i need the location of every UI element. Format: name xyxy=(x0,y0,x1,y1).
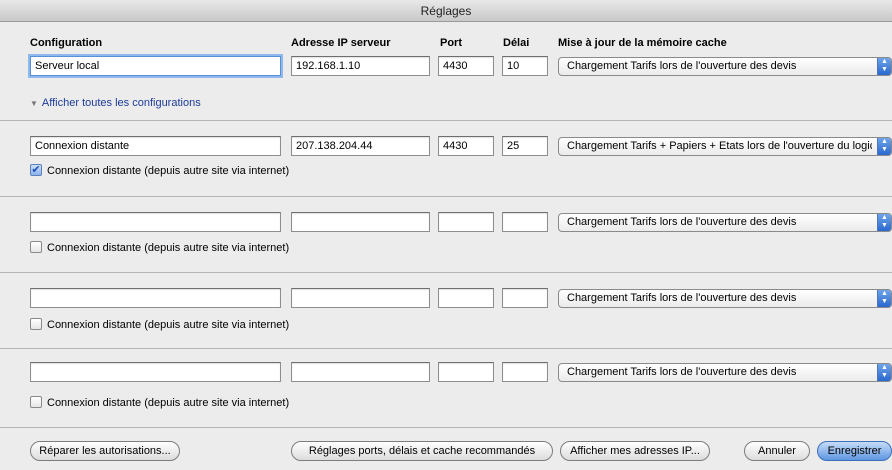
checkbox-box xyxy=(30,396,42,409)
divider xyxy=(0,120,892,121)
header-ip: Adresse IP serveur xyxy=(291,37,391,49)
header-port: Port xyxy=(440,37,462,49)
window-title: Réglages xyxy=(0,0,892,22)
updown-arrows-icon: ▲ ▼ xyxy=(877,214,891,231)
cache-select-value: Chargement Tarifs lors de l'ouverture de… xyxy=(567,216,797,228)
port-input[interactable] xyxy=(438,212,494,232)
config-name-input[interactable] xyxy=(30,212,281,232)
show-all-configurations[interactable]: ▼ Afficher toutes les configurations xyxy=(30,97,201,109)
port-input[interactable] xyxy=(438,56,494,76)
server-ip-input[interactable] xyxy=(291,56,430,76)
cache-select[interactable]: Chargement Tarifs lors de l'ouverture de… xyxy=(558,57,892,76)
show-all-label: Afficher toutes les configurations xyxy=(41,97,201,109)
divider xyxy=(0,196,892,197)
updown-arrows-icon: ▲ ▼ xyxy=(877,58,891,75)
settings-window: Réglages Configuration Adresse IP serveu… xyxy=(0,0,892,470)
disclosure-triangle-icon: ▼ xyxy=(30,99,38,108)
cache-select-value: Chargement Tarifs + Papiers + Etats lors… xyxy=(567,140,872,152)
server-ip-input[interactable] xyxy=(291,288,430,308)
delay-input[interactable] xyxy=(502,212,548,232)
remote-connection-label: Connexion distante (depuis autre site vi… xyxy=(47,242,290,254)
cache-select-value: Chargement Tarifs lors de l'ouverture de… xyxy=(567,292,797,304)
cache-select[interactable]: Chargement Tarifs lors de l'ouverture de… xyxy=(558,289,892,308)
config-name-input[interactable] xyxy=(30,136,281,156)
divider xyxy=(0,427,892,428)
server-ip-input[interactable] xyxy=(291,212,430,232)
remote-connection-label: Connexion distante (depuis autre site vi… xyxy=(47,397,290,409)
server-ip-input[interactable] xyxy=(291,362,430,382)
cancel-button[interactable]: Annuler xyxy=(744,441,810,461)
port-input[interactable] xyxy=(438,288,494,308)
remote-connection-label: Connexion distante (depuis autre site vi… xyxy=(47,319,290,331)
cache-select[interactable]: Chargement Tarifs lors de l'ouverture de… xyxy=(558,213,892,232)
remote-connection-checkbox[interactable]: Connexion distante (depuis autre site vi… xyxy=(30,395,289,411)
cache-select-value: Chargement Tarifs lors de l'ouverture de… xyxy=(567,366,797,378)
config-name-input[interactable] xyxy=(30,56,281,76)
checkbox-box xyxy=(30,241,42,254)
recommended-settings-button[interactable]: Réglages ports, délais et cache recomman… xyxy=(291,441,553,461)
delay-input[interactable] xyxy=(502,362,548,382)
server-ip-input[interactable] xyxy=(291,136,430,156)
remote-connection-checkbox[interactable]: ✔ Connexion distante (depuis autre site v… xyxy=(30,163,289,179)
repair-permissions-button[interactable]: Réparer les autorisations... xyxy=(30,441,180,461)
cache-select[interactable]: Chargement Tarifs + Papiers + Etats lors… xyxy=(558,137,892,156)
save-button[interactable]: Enregistrer xyxy=(817,441,892,461)
remote-connection-label: Connexion distante (depuis autre site vi… xyxy=(47,165,290,177)
delay-input[interactable] xyxy=(502,56,548,76)
port-input[interactable] xyxy=(438,136,494,156)
updown-arrows-icon: ▲ ▼ xyxy=(877,290,891,307)
show-ip-button[interactable]: Afficher mes adresses IP... xyxy=(560,441,710,461)
config-name-input[interactable] xyxy=(30,288,281,308)
header-configuration: Configuration xyxy=(30,37,103,49)
cache-select[interactable]: Chargement Tarifs lors de l'ouverture de… xyxy=(558,363,892,382)
port-input[interactable] xyxy=(438,362,494,382)
header-delay: Délai xyxy=(503,37,530,49)
remote-connection-checkbox[interactable]: Connexion distante (depuis autre site vi… xyxy=(30,317,289,333)
header-cache: Mise à jour de la mémoire cache xyxy=(558,37,727,49)
checkbox-box xyxy=(30,318,42,331)
divider xyxy=(0,348,892,349)
checkmark-icon: ✔ xyxy=(30,164,42,177)
config-name-input[interactable] xyxy=(30,362,281,382)
updown-arrows-icon: ▲ ▼ xyxy=(877,138,891,155)
cache-select-value: Chargement Tarifs lors de l'ouverture de… xyxy=(567,60,797,72)
divider xyxy=(0,272,892,273)
updown-arrows-icon: ▲ ▼ xyxy=(877,364,891,381)
remote-connection-checkbox[interactable]: Connexion distante (depuis autre site vi… xyxy=(30,240,289,256)
delay-input[interactable] xyxy=(502,288,548,308)
delay-input[interactable] xyxy=(502,136,548,156)
